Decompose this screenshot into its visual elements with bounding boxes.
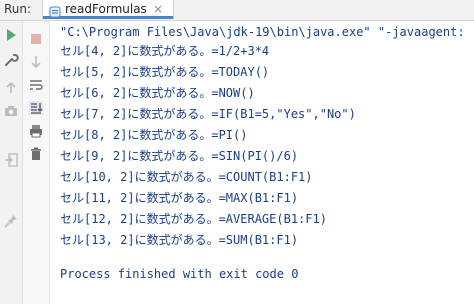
- camera-icon[interactable]: [3, 103, 19, 119]
- output-line: セル[7, 2]に数式がある。=IF(B1=5,"Yes","No"): [60, 107, 356, 121]
- tab-readformulas[interactable]: readFormulas ×: [42, 0, 174, 19]
- output-line: セル[5, 2]に数式がある。=TODAY(): [60, 65, 270, 79]
- wrap-lines-icon[interactable]: [28, 77, 44, 93]
- output-line: セル[11, 2]に数式がある。=MAX(B1:F1): [60, 191, 299, 205]
- console-output[interactable]: "C:\Program Files\Java\jdk-19\bin\java.e…: [60, 21, 474, 304]
- scroll-end-icon[interactable]: [28, 100, 44, 116]
- stop-icon[interactable]: [28, 31, 44, 47]
- output-line: セル[8, 2]に数式がある。=PI(): [60, 128, 248, 142]
- close-icon[interactable]: ×: [153, 2, 163, 16]
- output-line: セル[12, 2]に数式がある。=AVERAGE(B1:F1): [60, 212, 327, 226]
- up-arrow-icon[interactable]: [3, 80, 19, 96]
- wrench-icon[interactable]: [3, 52, 19, 68]
- down-arrow-icon[interactable]: [28, 54, 44, 70]
- run-label: Run:: [4, 2, 32, 16]
- output-line: セル[13, 2]に数式がある。=SUM(B1:F1): [60, 233, 299, 247]
- pin-icon[interactable]: [3, 213, 19, 229]
- output-line: セル[4, 2]に数式がある。=1/2+3*4: [60, 44, 270, 58]
- tab-label: readFormulas: [65, 2, 147, 16]
- run-toolwindow-header: Run: readFormulas ×: [0, 0, 474, 21]
- print-icon[interactable]: [28, 123, 44, 139]
- left-toolbar: [0, 21, 23, 304]
- run-config-icon: [49, 3, 61, 18]
- output-line: セル[6, 2]に数式がある。=NOW(): [60, 86, 255, 100]
- command-line: "C:\Program Files\Java\jdk-19\bin\java.e…: [60, 25, 465, 39]
- trash-icon[interactable]: [28, 146, 44, 162]
- output-line: セル[9, 2]に数式がある。=SIN(PI()/6): [60, 149, 299, 163]
- console-toolbar: [23, 21, 50, 304]
- exit-message: Process finished with exit code 0: [60, 267, 299, 281]
- run-icon[interactable]: [3, 27, 19, 43]
- signin-icon[interactable]: [3, 152, 19, 168]
- output-line: セル[10, 2]に数式がある。=COUNT(B1:F1): [60, 170, 313, 184]
